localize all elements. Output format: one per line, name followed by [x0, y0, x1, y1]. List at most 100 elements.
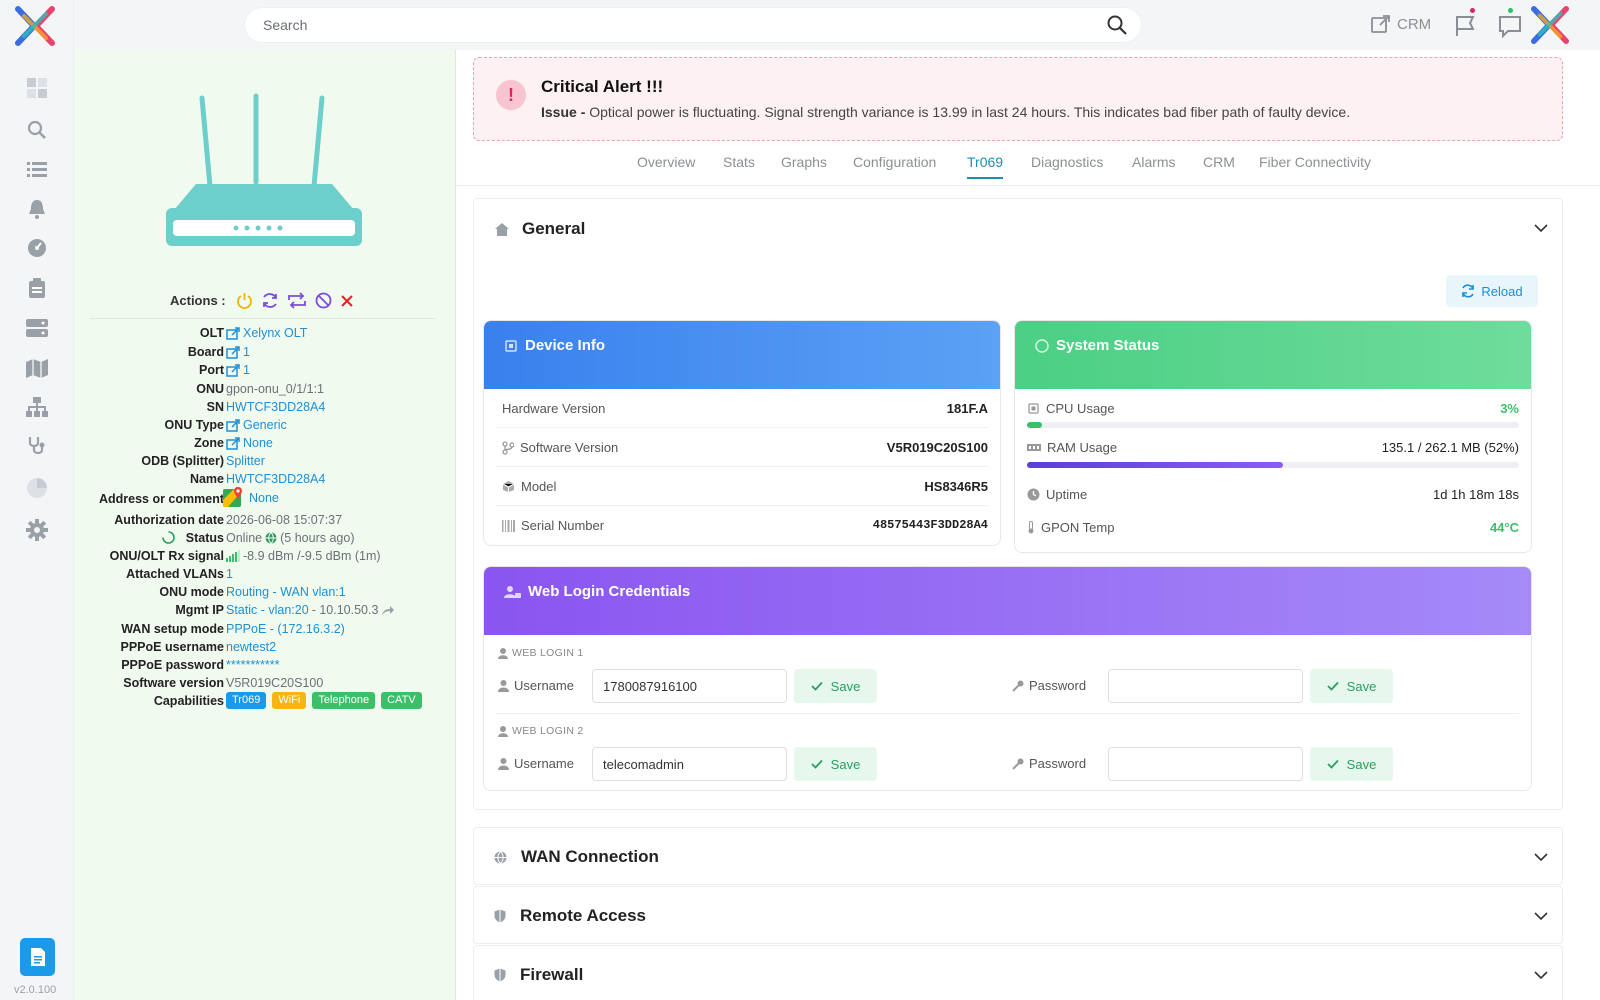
chevron-down-icon[interactable] [1534, 970, 1548, 980]
user-lock-icon [504, 585, 521, 598]
app-logo[interactable] [14, 6, 56, 46]
tab-tr069[interactable]: Tr069 [967, 154, 1004, 179]
gear-icon[interactable] [25, 518, 49, 542]
search-icon[interactable] [1107, 15, 1127, 35]
password-1-text: Password [1029, 678, 1087, 693]
remote-access-title: Remote Access [520, 906, 646, 925]
search-input[interactable] [263, 17, 1063, 33]
external-link-icon[interactable] [226, 436, 240, 450]
property-value-wrap: Splitter [226, 452, 265, 470]
check-icon [1327, 759, 1339, 769]
property-value-board[interactable]: 1 [243, 343, 250, 361]
uptime-label: Uptime [1046, 487, 1088, 502]
property-value-olt[interactable]: Xelynx OLT [243, 324, 307, 342]
gauge-icon[interactable] [25, 236, 49, 260]
disable-icon[interactable] [315, 292, 332, 309]
property-value-wrap: 2026-06-08 15:07:37 [226, 511, 342, 529]
resync-icon[interactable] [287, 292, 307, 309]
property-key: Software version [123, 676, 224, 690]
tab-overview[interactable]: Overview [637, 154, 695, 170]
property-value-attached-vlans[interactable]: 1 [226, 565, 233, 583]
tab-configuration[interactable]: Configuration [853, 154, 936, 170]
property-value-wrap: None [226, 434, 273, 452]
tab-stats[interactable]: Stats [723, 154, 755, 170]
flag-icon[interactable] [1454, 8, 1476, 37]
serial-number-row: Serial Number 48575443F3DD28A4 [496, 506, 988, 545]
save-password-1-button[interactable]: Save [1310, 669, 1393, 703]
external-link-icon[interactable] [226, 345, 240, 359]
property-value-zone[interactable]: None [243, 434, 273, 452]
property-value-wrap: Routing - WAN vlan:1 [226, 583, 346, 601]
divider [90, 318, 436, 319]
save-password-2-button[interactable]: Save [1310, 747, 1393, 781]
property-value-pppoe-password[interactable]: *********** [226, 656, 280, 674]
password-2-input[interactable] [1108, 747, 1303, 781]
property-row-authorization-date: Authorization date 2026-06-08 15:07:37 [74, 511, 456, 529]
property-value-odb-splitter[interactable]: Splitter [226, 452, 265, 470]
general-header[interactable]: General [494, 219, 585, 239]
globe-icon [494, 850, 507, 864]
server-icon[interactable] [25, 316, 49, 340]
share-arrow-icon[interactable] [381, 605, 395, 616]
network-icon[interactable] [25, 395, 49, 419]
device-info-card: Device Info Hardware Version 181F.A Soft… [483, 320, 1001, 546]
map-icon[interactable] [25, 356, 49, 380]
user-avatar-logo[interactable] [1530, 6, 1570, 44]
remote-access-header[interactable]: Remote Access [494, 906, 646, 926]
tab-crm[interactable]: CRM [1203, 154, 1235, 170]
reload-button[interactable]: Reload [1446, 275, 1538, 307]
username-2-input[interactable] [592, 747, 787, 781]
stethoscope-icon[interactable] [25, 434, 49, 458]
chevron-down-icon[interactable] [1534, 911, 1548, 921]
delete-icon[interactable] [340, 294, 354, 308]
dashboard-icon[interactable] [25, 76, 49, 100]
save-username-2-button[interactable]: Save [794, 747, 877, 781]
property-value-sn[interactable]: HWTCF3DD28A4 [226, 398, 325, 416]
alert-issue-label: Issue - [541, 104, 586, 120]
property-key: ONU Type [164, 418, 225, 432]
web-login-1-title: WEB LOGIN 1 [512, 647, 584, 659]
tab-fiber-connectivity[interactable]: Fiber Connectivity [1259, 154, 1371, 170]
chat-icon[interactable] [1498, 8, 1522, 38]
tab-alarms[interactable]: Alarms [1132, 154, 1176, 170]
clipboard-icon[interactable] [25, 276, 49, 300]
software-version-label: Software Version [520, 440, 619, 455]
property-value-pppoe-username[interactable]: newtest2 [226, 638, 276, 656]
tab-diagnostics[interactable]: Diagnostics [1031, 154, 1103, 170]
firewall-header[interactable]: Firewall [494, 965, 583, 985]
property-key: Authorization date [114, 513, 224, 527]
power-icon[interactable] [236, 292, 253, 309]
bell-icon[interactable] [25, 197, 49, 221]
status-dot [1508, 8, 1513, 13]
property-value-port[interactable]: 1 [243, 361, 250, 379]
tab-graphs[interactable]: Graphs [781, 154, 827, 170]
property-value-wan-setup-mode[interactable]: PPPoE - (172.16.3.2) [226, 620, 345, 638]
property-value-onu-type[interactable]: Generic [243, 416, 287, 434]
refresh-icon[interactable] [261, 292, 279, 309]
external-link-icon[interactable] [226, 418, 240, 432]
notification-dot [1470, 8, 1475, 13]
save-username-1-button[interactable]: Save [794, 669, 877, 703]
pie-chart-icon[interactable] [25, 476, 49, 500]
list-icon[interactable] [25, 158, 49, 182]
property-value-onu-mode[interactable]: Routing - WAN vlan:1 [226, 583, 346, 601]
documentation-button[interactable] [20, 938, 55, 976]
password-1-input[interactable] [1108, 669, 1303, 703]
external-link-icon[interactable] [226, 363, 240, 377]
property-row-onu-mode: ONU mode Routing - WAN vlan:1 [74, 583, 456, 601]
firewall-section[interactable]: Firewall [473, 945, 1563, 1000]
username-1-input[interactable] [592, 669, 787, 703]
property-value-mgmt-ip[interactable]: Static - vlan:20 [226, 601, 309, 619]
property-row-capabilities: Capabilities Tr069 WiFi Telephone CATV [74, 692, 456, 710]
remote-access-section[interactable]: Remote Access [473, 886, 1563, 944]
crm-link[interactable]: CRM [1371, 14, 1431, 34]
property-value-address-or-comment[interactable]: None [249, 489, 279, 507]
google-maps-icon[interactable] [222, 486, 246, 510]
chevron-down-icon[interactable] [1534, 852, 1548, 862]
search-devices-icon[interactable] [25, 118, 49, 142]
chevron-down-icon[interactable] [1534, 223, 1548, 233]
ram-usage-fill [1027, 462, 1283, 468]
wan-connection-header[interactable]: WAN Connection [494, 847, 659, 867]
wan-connection-section[interactable]: WAN Connection [473, 827, 1563, 885]
external-link-icon[interactable] [226, 326, 240, 340]
